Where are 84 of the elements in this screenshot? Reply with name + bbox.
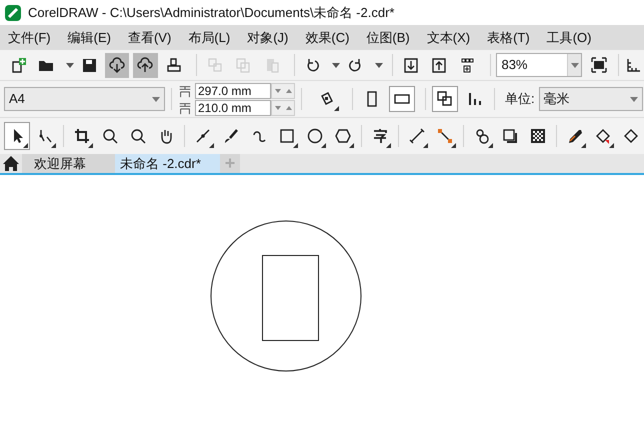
fill-bucket-icon — [595, 128, 611, 144]
page-size-dropdown[interactable]: A4 — [4, 87, 165, 111]
flyout-corner-icon — [581, 143, 586, 148]
home-icon — [3, 156, 19, 171]
spin-buttons[interactable] — [271, 100, 295, 116]
redo-caret-icon[interactable] — [374, 62, 383, 68]
ruler-icon — [626, 57, 642, 73]
menu-item[interactable]: 查看(V) — [128, 28, 172, 48]
line-node-icon — [195, 128, 211, 144]
blend-circles-icon — [474, 128, 490, 144]
flyout-corner-icon — [451, 143, 456, 148]
full-screen-icon — [591, 57, 608, 73]
page-width-field[interactable]: 297.0 mm — [195, 82, 271, 98]
copy-icon — [207, 57, 224, 73]
units-label: 单位: — [505, 90, 535, 108]
import-icon — [402, 57, 419, 73]
flyout-corner-icon — [88, 143, 93, 148]
download-button[interactable] — [104, 52, 130, 78]
menu-item[interactable]: 效果(C) — [305, 28, 350, 48]
zoom-icon — [102, 128, 118, 144]
caret-icon — [570, 62, 579, 68]
flyout-corner-icon — [349, 143, 354, 148]
ellipse-icon — [307, 128, 323, 144]
menu-item[interactable]: 布局(L) — [188, 28, 230, 48]
crop-icon — [74, 128, 90, 144]
drop-shadow-icon — [502, 128, 518, 144]
page-layout-icon — [319, 91, 335, 107]
flyout-corner-icon — [488, 143, 493, 148]
flyout-corner-icon — [321, 143, 326, 148]
page-width-icon — [178, 84, 192, 98]
duplicate-icon — [235, 57, 252, 73]
landscape-page-button[interactable] — [389, 86, 415, 112]
flyout-corner-icon — [209, 143, 214, 148]
overlapping-squares-icon — [437, 91, 453, 107]
shape-node-icon — [37, 128, 53, 144]
flyout-corner-icon — [334, 106, 339, 111]
flyout-corner-icon — [293, 143, 298, 148]
window-title: CorelDRAW - C:\Users\Administrator\Documents\未命名 -2.cdr* — [28, 4, 394, 22]
hexagon-icon — [335, 128, 351, 144]
open-caret-icon[interactable] — [66, 62, 74, 68]
flyout-corner-icon — [51, 143, 56, 148]
menu-item[interactable]: 编辑(E) — [68, 28, 111, 48]
undo-caret-icon[interactable] — [332, 62, 340, 68]
caret-icon — [630, 96, 638, 102]
fill-diamond-icon — [623, 128, 639, 144]
menu-item[interactable]: 文件(F) — [8, 28, 51, 48]
flyout-corner-icon — [423, 143, 428, 148]
cloud-download-icon — [109, 57, 126, 73]
document-tab[interactable]: 未命名 -2.cdr* — [115, 154, 220, 173]
dimension-line-icon — [409, 128, 425, 144]
brush-icon — [223, 128, 239, 144]
connector-icon — [437, 128, 453, 144]
pdf-icon — [459, 57, 476, 73]
printer-icon — [166, 57, 182, 73]
page-height-icon — [178, 100, 192, 114]
bar-columns-icon — [467, 91, 483, 107]
menu-item[interactable]: 表格(T) — [487, 28, 530, 48]
magnifier-icon — [130, 128, 146, 144]
document-tab[interactable]: 欢迎屏幕 — [22, 154, 115, 173]
redo-icon — [347, 57, 364, 73]
checkerboard-icon — [530, 128, 546, 144]
menu-item[interactable]: 对象(J) — [247, 28, 288, 48]
square-icon — [279, 128, 295, 144]
flyout-corner-icon — [23, 143, 28, 148]
app-logo-icon — [5, 4, 21, 20]
text-character-icon — [372, 128, 388, 144]
flyout-corner-icon — [386, 143, 391, 148]
units-dropdown[interactable]: 毫米 — [538, 87, 643, 111]
menu-item[interactable]: 工具(O) — [546, 28, 592, 48]
menu-item[interactable]: 文本(X) — [426, 28, 470, 48]
tool-button[interactable] — [4, 122, 30, 150]
flyout-corner-icon — [609, 143, 614, 148]
upload-button[interactable] — [133, 52, 158, 78]
spin-buttons[interactable] — [271, 82, 295, 98]
all-pages-button[interactable] — [432, 86, 458, 112]
caret-icon — [152, 96, 160, 102]
export-icon — [431, 57, 447, 73]
page-height-field[interactable]: 210.0 mm — [195, 100, 271, 116]
undo-icon — [305, 57, 322, 73]
eyedropper-icon — [567, 128, 583, 144]
zoom-combo[interactable]: 83% — [496, 53, 582, 77]
cloud-upload-icon — [137, 57, 154, 73]
menu-item[interactable]: 位图(B) — [366, 28, 410, 48]
new-document-icon — [10, 57, 26, 73]
